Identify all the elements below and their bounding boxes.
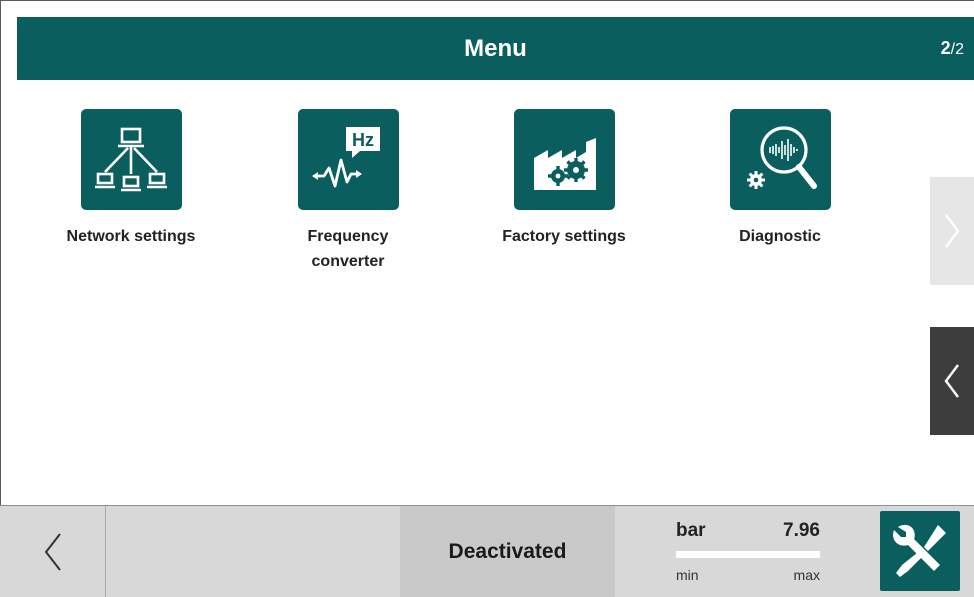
page-total: /2	[950, 41, 964, 58]
chevron-right-icon	[945, 214, 960, 248]
gauge-bar	[676, 551, 820, 558]
frequency-converter-icon: Hz	[297, 109, 399, 210]
tile-label: Frequency converter	[307, 228, 389, 270]
footer-bar: Deactivated bar 7.96 min max	[0, 505, 974, 597]
pressure-gauge: bar 7.96 min max	[676, 506, 826, 597]
menu-tile-factory-settings[interactable]: Factory settings	[494, 109, 634, 249]
factory-icon	[513, 109, 615, 210]
wrench-screwdriver-icon	[893, 524, 946, 577]
tools-button[interactable]	[880, 511, 960, 591]
menu-tile-frequency-converter[interactable]: Hz Frequency converter	[278, 109, 418, 274]
gauge-unit: bar	[676, 520, 706, 541]
page-title: Menu	[464, 35, 527, 62]
header-bar: Menu 2/2	[17, 17, 974, 80]
tile-label: Factory settings	[502, 228, 626, 245]
menu-tile-diagnostic[interactable]: Diagnostic	[710, 109, 850, 249]
next-page-button[interactable]	[930, 177, 974, 285]
tile-label: Diagnostic	[739, 228, 821, 245]
network-icon	[80, 109, 182, 210]
back-button[interactable]	[0, 506, 106, 597]
tile-label: Network settings	[66, 228, 196, 245]
page-current: 2	[940, 38, 951, 58]
svg-text:Hz: Hz	[352, 130, 374, 150]
gauge-min-label: min	[676, 567, 699, 583]
chevron-left-icon	[944, 364, 959, 398]
status-indicator: Deactivated	[400, 506, 615, 597]
previous-page-button[interactable]	[930, 327, 974, 435]
menu-tile-network-settings[interactable]: Network settings	[61, 109, 201, 249]
gauge-max-label: max	[793, 567, 820, 583]
page-indicator: 2/2	[941, 17, 964, 80]
chevron-left-icon	[44, 533, 61, 571]
gauge-value: 7.96	[783, 520, 820, 541]
diagnostic-icon	[729, 109, 831, 210]
